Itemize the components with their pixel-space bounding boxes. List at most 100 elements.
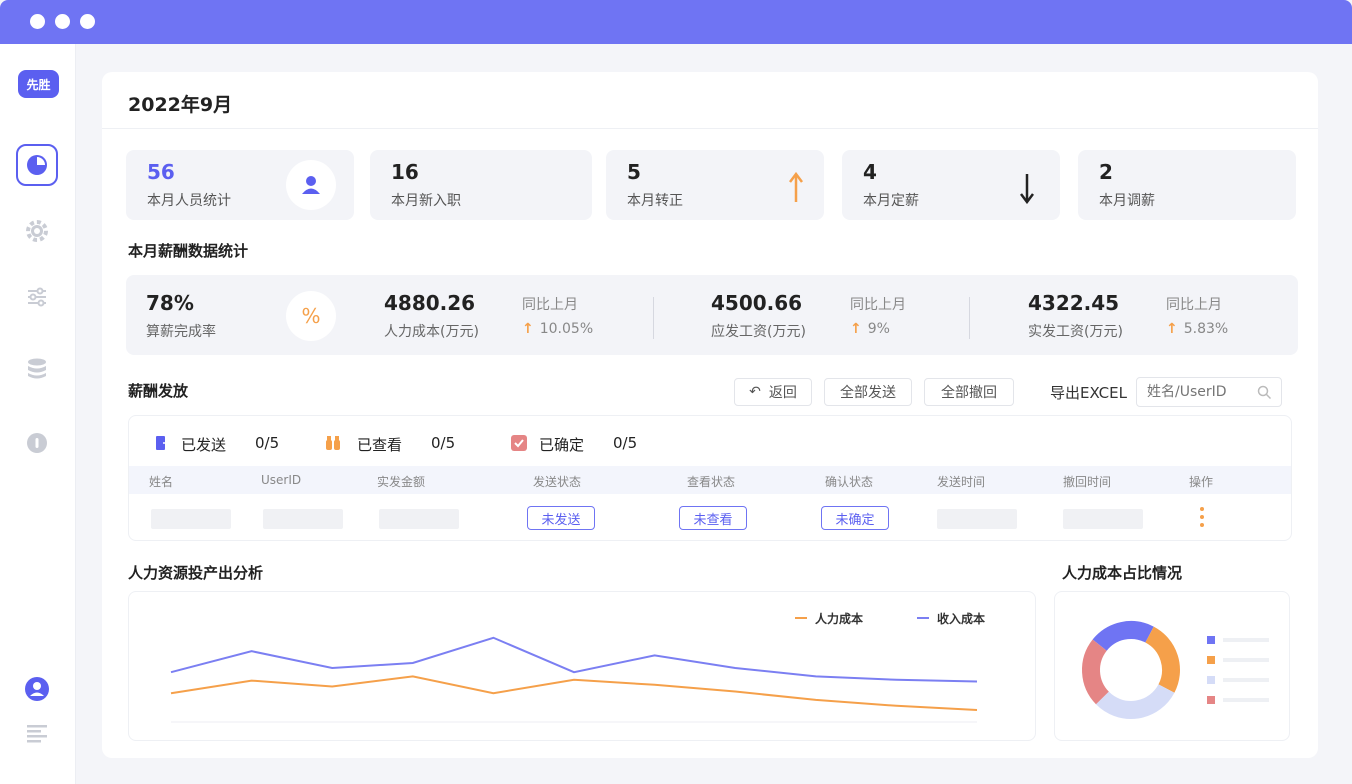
change-value: 9%: [867, 321, 890, 337]
status-label-confirmed: 已确定: [539, 436, 585, 454]
amount-placeholder: [379, 509, 459, 529]
column-header: 确认状态: [825, 475, 874, 489]
column-header: UserID: [261, 473, 302, 487]
stat-value: 4: [863, 160, 877, 184]
payable-wage-value: 4500.66: [711, 291, 803, 315]
arrow-up-icon: ↑: [1166, 321, 1178, 337]
stat-card-regularized[interactable]: 5 本月转正: [606, 150, 824, 220]
section-title-salary: 本月薪酬数据统计: [128, 242, 249, 260]
sidebar: 先胜: [0, 44, 76, 784]
status-label-sent: 已发送: [181, 436, 227, 454]
completion-label: 算薪完成率: [146, 324, 216, 340]
legend-label-placeholder: [1223, 678, 1269, 682]
stat-card-salary-adjust[interactable]: 2 本月调薪: [1078, 150, 1296, 220]
stat-card-salary-set[interactable]: 4 本月定薪: [842, 150, 1060, 220]
sliders-icon: [28, 287, 46, 307]
nav-settings[interactable]: [16, 210, 58, 252]
compare-label: 同比上月: [522, 297, 578, 313]
stat-label: 本月转正: [627, 193, 683, 209]
status-count-sent: 0/5: [255, 434, 280, 452]
column-header: 实发金额: [377, 475, 426, 489]
divider: [102, 128, 1318, 129]
salary-summary-panel: 78% 算薪完成率 % 4880.26 人力成本(万元) 同比上月 ↑ 10.05…: [126, 275, 1298, 355]
column-header: 撤回时间: [1063, 475, 1112, 489]
page-title: 2022年9月: [128, 94, 233, 116]
stat-label: 本月调薪: [1099, 193, 1155, 209]
legend-label-placeholder: [1223, 698, 1269, 702]
stat-value: 16: [391, 160, 419, 184]
more-options-icon[interactable]: [1199, 506, 1205, 528]
chart-title-cost-ratio: 人力成本占比情况: [1062, 564, 1183, 582]
arrow-up-icon: ↑: [850, 321, 862, 337]
search-icon[interactable]: [1257, 385, 1272, 400]
send-all-button[interactable]: 全部发送: [824, 378, 912, 406]
stat-card-headcount[interactable]: 56 本月人员统计: [126, 150, 354, 220]
window-control-dot[interactable]: [30, 14, 45, 29]
line-chart: [170, 636, 978, 723]
labor-cost-label: 人力成本(万元): [384, 324, 479, 340]
stat-label: 本月新入职: [391, 193, 461, 209]
change-value: 10.05%: [539, 321, 594, 337]
arrow-down-icon: [1020, 174, 1034, 204]
compare-label: 同比上月: [1166, 297, 1222, 313]
status-count-viewed: 0/5: [431, 434, 456, 452]
user-avatar-icon: [25, 677, 49, 701]
database-icon: [28, 358, 46, 379]
nav-dashboard[interactable]: [16, 144, 58, 186]
column-header: 发送状态: [533, 475, 582, 489]
window-control-dot[interactable]: [55, 14, 70, 29]
donut-slice: [1092, 621, 1154, 652]
legend-swatch: [1207, 676, 1215, 684]
compare-label: 同比上月: [850, 297, 906, 313]
column-header: 发送时间: [937, 475, 986, 489]
nav-database[interactable]: [16, 348, 58, 390]
chart-title-hr-analysis: 人力资源投产出分析: [128, 564, 264, 582]
legend-label-placeholder: [1223, 658, 1269, 662]
column-header: 查看状态: [687, 475, 736, 489]
undo-icon: ↶: [749, 384, 761, 400]
change-indicator: ↑ 5.83%: [1166, 321, 1228, 337]
binoculars-icon: [326, 436, 340, 450]
labor-cost-value: 4880.26: [384, 291, 476, 315]
nav-info[interactable]: [16, 422, 58, 464]
main-card: 2022年9月 56 本月人员统计 16 本月新入职 5 本月转正 4 本月定薪: [102, 72, 1318, 758]
export-excel-link[interactable]: 导出EXCEL: [1050, 382, 1127, 403]
back-label: 返回: [768, 385, 797, 401]
search-input[interactable]: [1147, 382, 1251, 402]
donut-chart: [1082, 621, 1269, 719]
nav-profile[interactable]: [16, 668, 58, 710]
stat-card-new-hires[interactable]: 16 本月新入职: [370, 150, 592, 220]
distribution-table: 已发送 0/5 已查看 0/5 已确定 0/5 姓名 UserID 实发金额 发…: [128, 415, 1292, 541]
send-status-tag[interactable]: 未发送: [527, 506, 595, 530]
nav-adjust[interactable]: [16, 276, 58, 318]
info-circle-icon: [27, 433, 47, 453]
nav-menu[interactable]: [16, 712, 58, 754]
stat-value: 5: [627, 160, 641, 184]
change-indicator: ↑ 10.05%: [522, 321, 593, 337]
window-titlebar: [0, 0, 1352, 44]
section-title-distribution: 薪酬发放: [128, 382, 189, 400]
gear-icon: [26, 220, 48, 242]
legend-swatch: [1207, 696, 1215, 704]
userid-placeholder: [263, 509, 343, 529]
table-header: 姓名 UserID 实发金额 发送状态 查看状态 确认状态 发送时间 撤回时间 …: [129, 466, 1291, 494]
divider: [653, 297, 654, 339]
series-line: [170, 636, 978, 683]
app-logo: 先胜: [18, 70, 59, 98]
legend-swatch: [1207, 636, 1215, 644]
revoke-all-button[interactable]: 全部撤回: [924, 378, 1014, 406]
window-control-dot[interactable]: [80, 14, 95, 29]
search-field[interactable]: [1136, 377, 1282, 407]
percent-icon: %: [286, 291, 336, 341]
user-icon: [286, 160, 336, 210]
back-button[interactable]: ↶ 返回: [734, 378, 812, 406]
sent-icon: [156, 436, 171, 450]
stat-value: 2: [1099, 160, 1113, 184]
change-indicator: ↑ 9%: [850, 321, 890, 337]
completion-value: 78%: [146, 291, 194, 315]
confirm-status-tag[interactable]: 未确定: [821, 506, 889, 530]
column-header: 操作: [1189, 475, 1214, 489]
view-status-tag[interactable]: 未查看: [679, 506, 747, 530]
donut-slice: [1082, 639, 1110, 705]
legend-label-placeholder: [1223, 638, 1269, 642]
